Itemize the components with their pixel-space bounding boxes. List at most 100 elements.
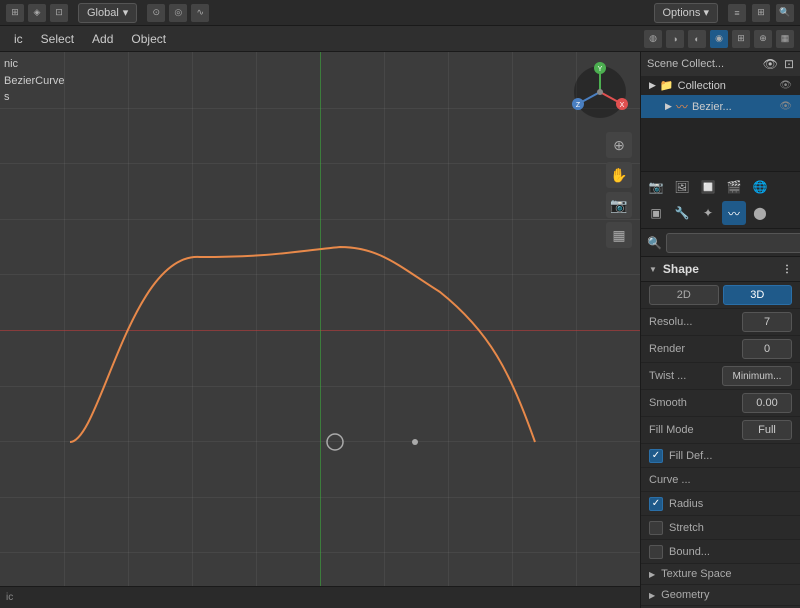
texture-space-section[interactable]: ▶ Texture Space [641, 564, 800, 585]
shape-section-menu-icon[interactable]: ⋮ [782, 264, 792, 275]
particles-icon[interactable]: ✦ [696, 201, 720, 225]
outliner-bezier-item[interactable]: ▶ 〰 Bezier... 👁 [641, 95, 800, 118]
object-icon[interactable]: ▣ [644, 201, 668, 225]
search-icon[interactable]: 🔍 [776, 4, 794, 22]
viewport-shading-4[interactable]: ◉ [710, 30, 728, 48]
geometry-section[interactable]: ▶ Geometry [641, 585, 800, 606]
overlay-icon[interactable]: ⊞ [732, 30, 750, 48]
geometry-label: Geometry [661, 589, 709, 601]
grid-icon[interactable]: ⊡ [50, 4, 68, 22]
viewport-display-icon[interactable]: ▦ [776, 30, 794, 48]
fill-def-label: Fill Def... [669, 450, 792, 462]
smooth-label: Smooth [649, 397, 738, 409]
viewport-shading-2[interactable]: ◑ [666, 30, 684, 48]
bound-label: Bound... [669, 546, 792, 558]
menu-item-mode[interactable]: ic [6, 29, 31, 49]
scene-icon[interactable]: 🎬 [722, 175, 746, 199]
properties-search-input[interactable] [666, 233, 800, 253]
menu-item-add[interactable]: Add [84, 29, 121, 49]
viewport-shading-3[interactable]: ◐ [688, 30, 706, 48]
fill-mode-row: Fill Mode Full [641, 417, 800, 444]
options-dropdown[interactable]: Options ▾ [654, 3, 719, 23]
stretch-label: Stretch [669, 522, 792, 534]
2d-button[interactable]: 2D [649, 285, 719, 305]
fill-mode-label: Fill Mode [649, 424, 738, 436]
dimension-toggle-row: 2D 3D [641, 282, 800, 309]
texture-space-triangle: ▶ [649, 570, 655, 579]
modifier-icon[interactable]: 🔧 [670, 201, 694, 225]
3d-button[interactable]: 3D [723, 285, 793, 305]
camera-icon[interactable]: 📷 [606, 192, 632, 218]
twist-label: Twist ... [649, 370, 718, 382]
top-bar: ⊞ ◈ ⊡ Global ▾ ⊙ ◎ ∿ Options ▾ ≡ ⊞ 🔍 [0, 0, 800, 26]
editor-type-icon[interactable]: ≡ [728, 4, 746, 22]
viewport-bottom-bar: ic [0, 586, 640, 608]
proportional-icon[interactable]: ◎ [169, 4, 187, 22]
fill-def-checkbox[interactable]: ✓ [649, 449, 663, 463]
twist-value[interactable]: Minimum... [722, 366, 792, 386]
blender-icon[interactable]: ⊞ [6, 4, 24, 22]
grid-display-icon[interactable]: ▦ [606, 222, 632, 248]
fill-mode-value[interactable]: Full [742, 420, 792, 440]
outliner-collection-item[interactable]: ▶ 📁 Collection 👁 [641, 76, 800, 95]
properties-content: ▼ Shape ⋮ 2D 3D Resolu... 7 Render 0 [641, 257, 800, 608]
radius-row: ✓ Radius [641, 492, 800, 516]
curve-icon[interactable]: ∿ [191, 4, 209, 22]
radius-label: Radius [669, 498, 792, 510]
collection-visibility-icon[interactable]: 👁 [779, 80, 792, 91]
material-icon[interactable]: ⬤ [748, 201, 772, 225]
shape-section-header[interactable]: ▼ Shape ⋮ [641, 257, 800, 282]
menu-item-select[interactable]: Select [33, 29, 82, 49]
menu-item-object[interactable]: Object [123, 29, 174, 49]
shape-section-title: Shape [663, 262, 699, 276]
bound-row: Bound... [641, 540, 800, 564]
svg-text:Y: Y [598, 66, 603, 73]
bezier-curve-svg [0, 52, 640, 608]
output-icon[interactable]: 🖼 [670, 175, 694, 199]
viewport-tools: ⊕ ✋ 📷 ▦ [606, 132, 632, 248]
fill-deform-row: ✓ Fill Def... [641, 444, 800, 468]
shape-collapse-triangle: ▼ [649, 265, 657, 274]
hand-icon[interactable]: ✋ [606, 162, 632, 188]
render-resolution-row: Render 0 [641, 336, 800, 363]
world-icon[interactable]: 🌐 [748, 175, 772, 199]
stretch-checkbox[interactable] [649, 521, 663, 535]
menu-bar: ic Select Add Object ◍ ◑ ◐ ◉ ⊞ ⊕ ▦ [0, 26, 800, 52]
bezier-curve-icon: 〰 [676, 98, 688, 115]
navigation-gizmo[interactable]: Y X Z [570, 62, 630, 122]
search-icon: 🔍 [647, 236, 662, 250]
viewport-3d[interactable]: nic BezierCurve s Y X [0, 52, 640, 608]
collection-icon: 📁 [660, 79, 674, 92]
collection-label: Collection [678, 80, 726, 92]
radius-checkbox[interactable]: ✓ [649, 497, 663, 511]
transform-mode-dropdown[interactable]: Global ▾ [78, 3, 137, 23]
snap-icon[interactable]: ⊙ [147, 4, 165, 22]
outliner-view-icon[interactable]: 👁 [763, 57, 778, 71]
main-area: nic BezierCurve s Y X [0, 52, 800, 608]
fullscreen-icon[interactable]: ⊞ [752, 4, 770, 22]
zoom-in-icon[interactable]: ⊕ [606, 132, 632, 158]
properties-panel: Scene Collect... 👁 ⊡ ▶ 📁 Collection 👁 ▶ … [640, 52, 800, 608]
top-right-icons: ≡ ⊞ 🔍 [728, 4, 794, 22]
bottom-bar-info: ic [6, 592, 13, 603]
resolution-label: Resolu... [649, 316, 738, 328]
smooth-value[interactable]: 0.00 [742, 393, 792, 413]
properties-search-bar: 🔍 [641, 229, 800, 257]
texture-space-label: Texture Space [661, 568, 731, 580]
bezier-visibility-icon[interactable]: 👁 [779, 101, 792, 112]
svg-text:Z: Z [576, 102, 581, 109]
resolution-value[interactable]: 7 [742, 312, 792, 332]
render-icon[interactable]: 📷 [644, 175, 668, 199]
data-icon[interactable]: 〰 [722, 201, 746, 225]
bound-checkbox[interactable] [649, 545, 663, 559]
outliner-filter-icon[interactable]: ⊡ [784, 57, 794, 71]
resolution-row: Resolu... 7 [641, 309, 800, 336]
curve-label: Curve ... [649, 474, 792, 486]
render-value[interactable]: 0 [742, 339, 792, 359]
viewport-shading-1[interactable]: ◍ [644, 30, 662, 48]
gizmo-icon[interactable]: ⊕ [754, 30, 772, 48]
workspace-icon[interactable]: ◈ [28, 4, 46, 22]
view-layer-icon[interactable]: 🔲 [696, 175, 720, 199]
properties-icon-tabs: 📷 🖼 🔲 🎬 🌐 ▣ 🔧 ✦ 〰 ⬤ [641, 172, 800, 229]
transform-mode-label: Global [87, 7, 119, 19]
